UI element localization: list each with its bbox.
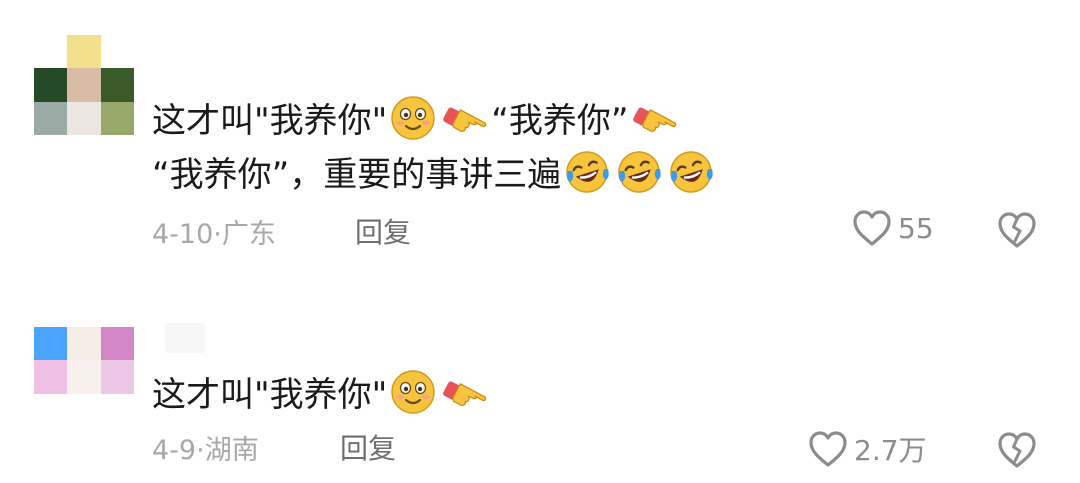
like-button[interactable]: 2.7万 xyxy=(808,429,927,469)
laughing-tears-icon xyxy=(616,149,662,195)
avatar-tile xyxy=(100,327,134,361)
avatar-tile xyxy=(67,101,101,135)
comment-meta: 4-9·湖南 xyxy=(152,428,259,467)
avatar-tile xyxy=(34,68,68,102)
reply-button[interactable]: 回复 xyxy=(355,211,411,251)
avatar-tile xyxy=(34,393,68,427)
avatar-tile xyxy=(34,327,68,361)
username-blurred[interactable] xyxy=(165,323,205,353)
comment-text: 这才叫"我养你" “我养你” “我养你”，重要的事讲三遍 xyxy=(152,94,1052,202)
comment-text-segment: “我养你” xyxy=(491,101,629,141)
comment-meta: 4-10·广东 xyxy=(152,212,276,251)
comment-date: 4-10 xyxy=(152,219,214,250)
comment-text-segment: 这才叫"我养你" xyxy=(152,101,388,141)
meta-separator: · xyxy=(213,219,222,250)
avatar-tile xyxy=(67,360,101,394)
blushing-smile-icon xyxy=(390,95,436,141)
comment-location: 湖南 xyxy=(204,435,259,466)
reply-button[interactable]: 回复 xyxy=(340,427,396,467)
comment-item: 这才叫"我养你" 4-9·湖南 回复 2.7万 xyxy=(0,290,1080,483)
like-count: 55 xyxy=(898,211,934,245)
comment-item: 这才叫"我养你" “我养你” “我养你”，重要的事讲三遍 4-10·广东 回复 55 xyxy=(0,0,1080,270)
pointing-hand-icon xyxy=(442,95,488,141)
avatar[interactable] xyxy=(34,35,134,135)
dislike-button[interactable] xyxy=(997,431,1037,469)
laughing-tears-icon xyxy=(668,149,714,195)
dislike-button[interactable] xyxy=(997,211,1037,249)
avatar-tile xyxy=(100,68,134,102)
meta-separator: · xyxy=(196,435,205,466)
broken-heart-icon xyxy=(998,432,1036,468)
broken-heart-icon xyxy=(998,212,1036,248)
pointing-hand-icon xyxy=(442,369,488,415)
like-count: 2.7万 xyxy=(854,434,927,467)
avatar-tile xyxy=(100,393,134,427)
avatar-tile xyxy=(67,68,101,102)
avatar[interactable] xyxy=(34,327,134,427)
avatar-tile xyxy=(34,360,68,394)
comment-text: 这才叫"我养你" xyxy=(152,368,491,422)
avatar-tile xyxy=(67,393,101,427)
avatar-tile xyxy=(67,35,101,69)
avatar-tile xyxy=(100,101,134,135)
heart-icon xyxy=(809,431,847,467)
heart-icon xyxy=(853,210,891,246)
avatar-tile xyxy=(100,35,134,69)
avatar-tile xyxy=(34,101,68,135)
pointing-hand-icon xyxy=(632,95,678,141)
laughing-tears-icon xyxy=(564,149,610,195)
comment-text-segment: 这才叫"我养你" xyxy=(152,375,388,415)
comment-text-segment: “我养你”，重要的事讲三遍 xyxy=(152,155,562,195)
comment-location: 广东 xyxy=(221,219,276,250)
like-button[interactable]: 55 xyxy=(852,209,934,247)
avatar-tile xyxy=(34,35,68,69)
avatar-tile xyxy=(67,327,101,361)
blushing-smile-icon xyxy=(390,369,436,415)
comment-date: 4-9 xyxy=(152,435,197,466)
avatar-tile xyxy=(100,360,134,394)
